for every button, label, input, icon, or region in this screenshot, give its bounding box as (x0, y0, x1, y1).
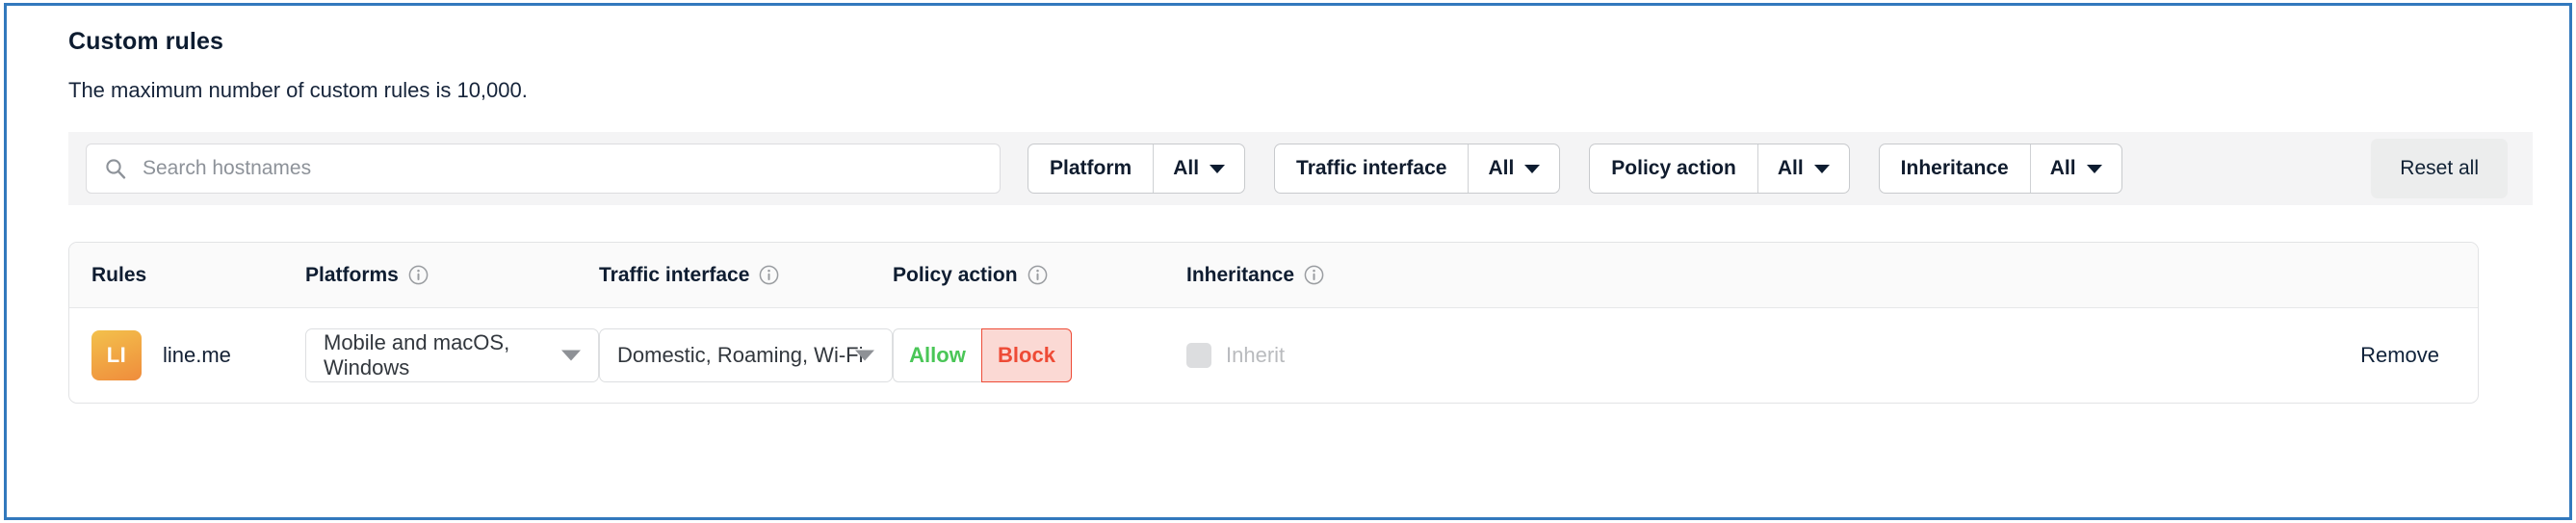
inherit-label: Inherit (1226, 343, 1286, 367)
filter-platform-label: Platform (1050, 157, 1132, 179)
content-area: Custom rules The maximum number of custo… (7, 6, 2569, 404)
chevron-down-icon (1813, 164, 1830, 173)
chevron-down-icon (561, 350, 581, 361)
remove-button[interactable]: Remove (2360, 343, 2478, 368)
filter-platform-value[interactable]: All (1153, 144, 1244, 193)
policy-allow-button[interactable]: Allow (893, 328, 981, 382)
inherit-checkbox-group[interactable]: Inherit (1186, 343, 1285, 368)
info-icon[interactable] (1304, 265, 1324, 285)
filter-inheritance-value-text: All (2049, 157, 2076, 179)
rule-hostname: line.me (163, 343, 231, 367)
info-icon[interactable] (759, 265, 779, 285)
column-header-inheritance-label: Inheritance (1186, 263, 1295, 286)
cell-inheritance: Inherit (1186, 343, 1480, 368)
cell-traffic-interface: Domestic, Roaming, Wi-Fi (599, 328, 893, 382)
page-title: Custom rules (68, 28, 223, 55)
rules-table: Rules Platforms Traffic interface Policy… (68, 242, 2479, 404)
column-header-traffic-interface-label: Traffic interface (599, 263, 750, 286)
filter-inheritance-value[interactable]: All (2029, 144, 2121, 193)
filter-inheritance[interactable]: Inheritance All (1878, 144, 2122, 194)
chevron-down-icon (855, 350, 874, 361)
filter-toolbar: Platform All Traffic interface All Polic… (68, 132, 2533, 205)
section-description: The maximum number of custom rules is 10… (68, 78, 528, 102)
traffic-interface-select-value: Domestic, Roaming, Wi-Fi (617, 343, 864, 367)
filter-policy-action-value-text: All (1777, 157, 1804, 179)
column-header-platforms-label: Platforms (305, 263, 399, 286)
filter-inheritance-label: Inheritance (1900, 157, 2009, 179)
platforms-select[interactable]: Mobile and macOS, Windows (305, 328, 599, 382)
reset-all-button[interactable]: Reset all (2371, 139, 2508, 198)
policy-block-button[interactable]: Block (981, 328, 1072, 382)
page-frame: Custom rules The maximum number of custo… (4, 3, 2572, 520)
filter-platform[interactable]: Platform All (1028, 144, 1246, 194)
column-header-platforms: Platforms (305, 264, 599, 287)
filter-traffic-interface[interactable]: Traffic interface All (1274, 144, 1561, 194)
cell-rule: LI line.me (69, 330, 305, 380)
traffic-interface-select[interactable]: Domestic, Roaming, Wi-Fi (599, 328, 893, 382)
search-field-wrapper (86, 144, 1001, 194)
filter-policy-action[interactable]: Policy action All (1589, 144, 1850, 194)
column-header-policy-action-label: Policy action (893, 263, 1018, 286)
column-header-policy-action: Policy action (893, 264, 1186, 287)
chevron-down-icon (1210, 164, 1226, 173)
chevron-down-icon (2086, 164, 2102, 173)
cell-platforms: Mobile and macOS, Windows (305, 328, 599, 382)
info-icon[interactable] (1028, 265, 1048, 285)
column-header-rules-label: Rules (91, 263, 147, 286)
search-input[interactable] (86, 144, 1001, 194)
avatar: LI (91, 330, 142, 380)
platforms-select-value: Mobile and macOS, Windows (324, 330, 510, 379)
column-header-inheritance: Inheritance (1186, 264, 1480, 287)
filter-platform-value-text: All (1173, 157, 1200, 179)
column-header-rules: Rules (69, 264, 305, 287)
column-header-traffic-interface: Traffic interface (599, 264, 893, 287)
table-header-row: Rules Platforms Traffic interface Policy… (69, 243, 2478, 308)
cell-actions: Remove (1480, 343, 2478, 368)
filter-policy-action-value[interactable]: All (1756, 144, 1849, 193)
filter-traffic-interface-value[interactable]: All (1468, 144, 1559, 193)
chevron-down-icon (1524, 164, 1541, 173)
cell-policy-action: Allow Block (893, 328, 1186, 382)
table-row: LI line.me Mobile and macOS, Windows Dom… (69, 308, 2478, 403)
inherit-checkbox[interactable] (1186, 343, 1211, 368)
info-icon[interactable] (408, 265, 429, 285)
filter-traffic-interface-label: Traffic interface (1296, 157, 1447, 179)
filter-traffic-interface-value-text: All (1488, 157, 1515, 179)
filter-policy-action-label: Policy action (1611, 157, 1736, 179)
policy-action-toggle: Allow Block (893, 328, 1072, 382)
